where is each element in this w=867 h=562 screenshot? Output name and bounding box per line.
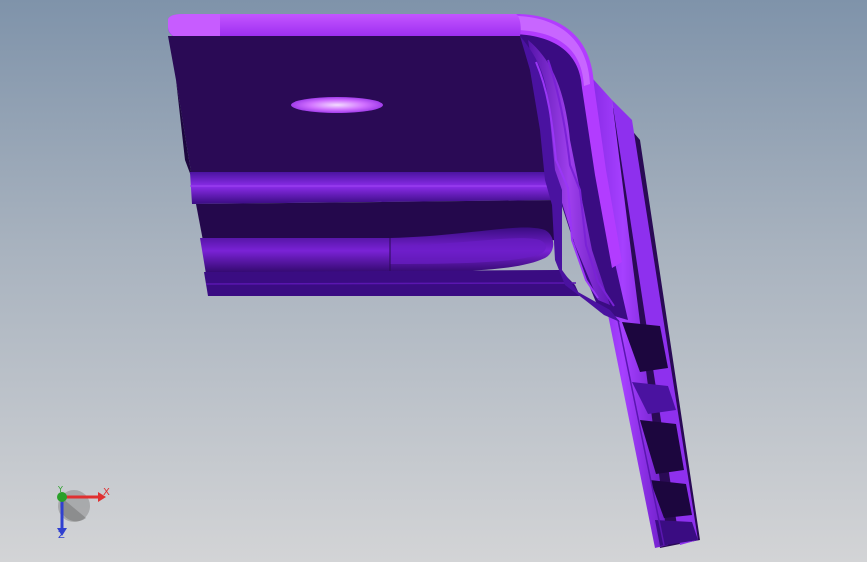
x-axis-label: X bbox=[103, 487, 110, 498]
y-axis-label: Y bbox=[58, 485, 63, 494]
bracket-bottom-strip bbox=[204, 270, 580, 296]
graphics-viewport[interactable]: X Y Z bbox=[0, 0, 867, 562]
z-axis-label: Z bbox=[58, 530, 65, 541]
mounting-hole bbox=[291, 97, 383, 113]
bracket-part-model[interactable] bbox=[0, 0, 867, 562]
bracket-upper-rib bbox=[190, 172, 560, 204]
bracket-top-rim bbox=[168, 14, 521, 38]
